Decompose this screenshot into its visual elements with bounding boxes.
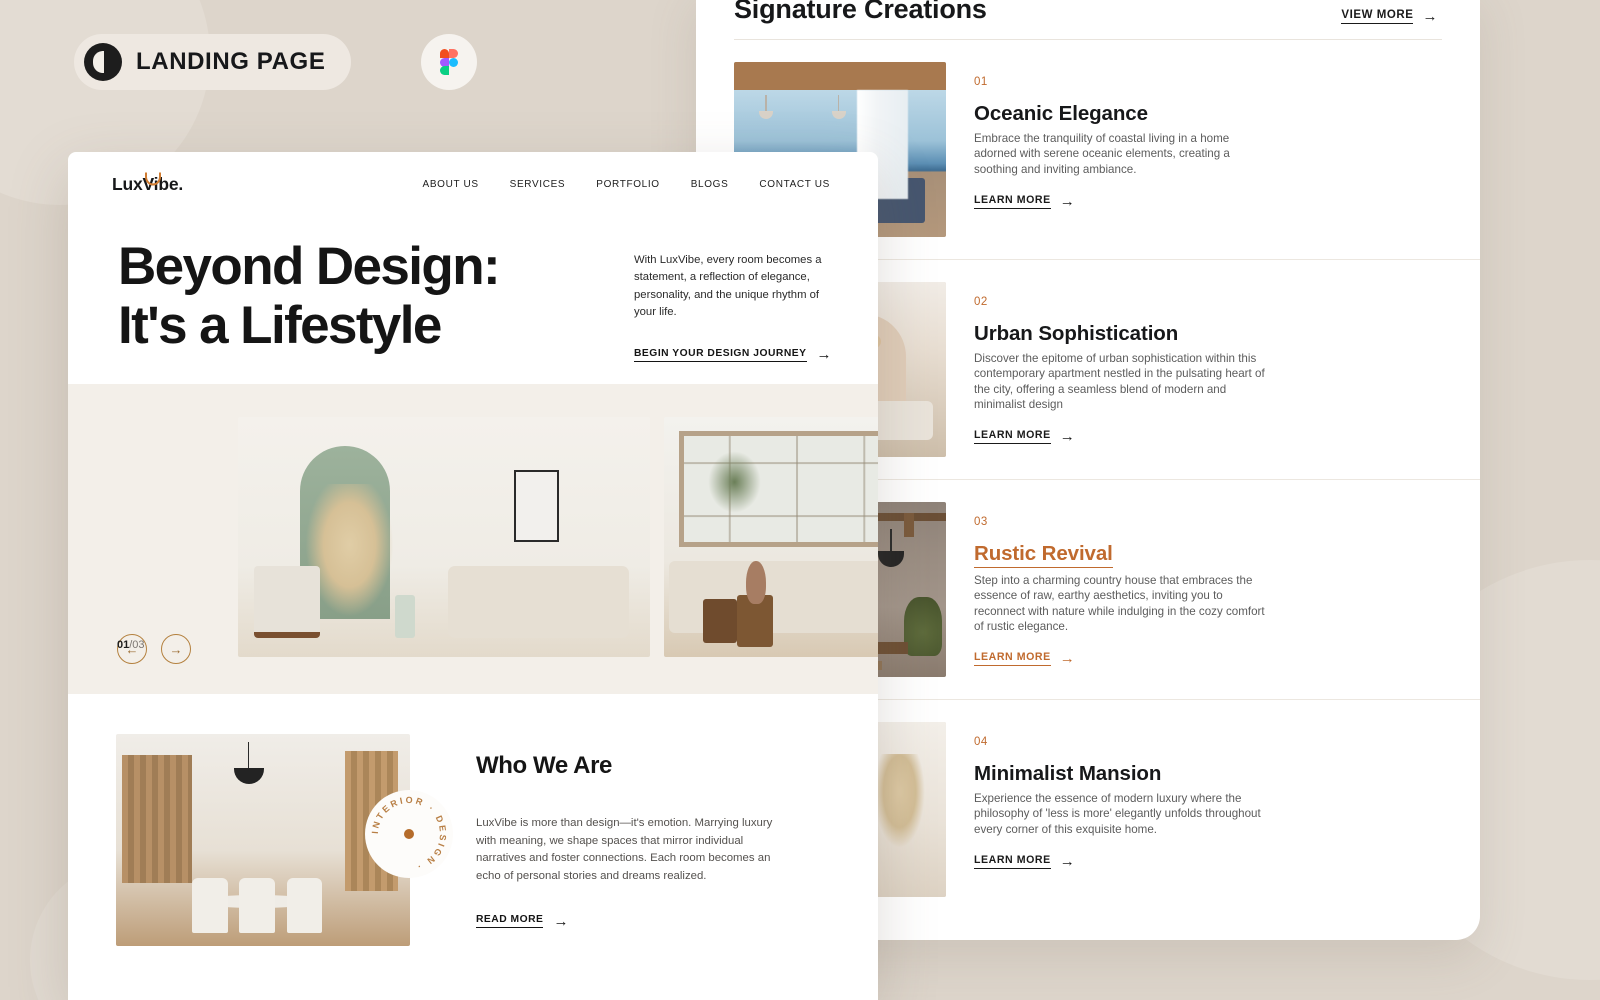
figma-button[interactable] [421, 34, 477, 90]
carousel-slide-1[interactable] [238, 417, 650, 657]
learn-more-link[interactable]: LEARN MORE → [974, 650, 1076, 668]
learn-more-link[interactable]: LEARN MORE → [974, 194, 1075, 209]
card-number: 03 [974, 516, 988, 528]
svg-text:INTERIOR · DESIGN ·: INTERIOR · DESIGN · [370, 795, 448, 873]
card-title: Urban Sophistication [974, 322, 1179, 345]
landing-page-badge: LANDING PAGE [74, 34, 352, 90]
view-more-label: VIEW MORE [1341, 9, 1414, 24]
nav-item-portfolio[interactable]: PORTFOLIO [596, 179, 659, 190]
card-body: 01 Oceanic Elegance Embrace the tranquil… [946, 62, 1438, 209]
carousel-counter-total: /03 [129, 639, 145, 651]
hero-heading-block: Beyond Design: It's a Lifestyle [118, 237, 634, 362]
card-title: Oceanic Elegance [974, 102, 1148, 125]
card-number: 02 [974, 296, 988, 308]
learn-more-label: LEARN MORE [974, 854, 1051, 869]
arrow-right-icon: → [1059, 192, 1076, 210]
carousel-slides [238, 417, 878, 657]
card-title: Minimalist Mansion [974, 762, 1162, 785]
signature-header: Signature Creations VIEW MORE → [696, 0, 1480, 25]
learn-more-link[interactable]: LEARN MORE → [974, 854, 1075, 869]
hero-copy-block: With LuxVibe, every room becomes a state… [634, 238, 834, 362]
nav-item-blogs[interactable]: BLOGS [691, 179, 729, 190]
arrow-right-icon: → [1059, 428, 1076, 446]
learn-more-label: LEARN MORE [974, 429, 1051, 445]
who-we-are-body: Who We Are LuxVibe is more than design—i… [410, 734, 776, 946]
card-title: Rustic Revival [974, 542, 1113, 568]
arrow-right-icon: → [1422, 8, 1438, 25]
hero-section: Beyond Design: It's a Lifestyle With Lux… [68, 216, 878, 362]
who-we-are-section: Who We Are LuxVibe is more than design—i… [68, 694, 878, 947]
interior-design-stamp: INTERIOR · DESIGN · [365, 790, 453, 878]
arrow-right-icon: → [553, 912, 569, 930]
interior-design-stamp-text: INTERIOR · DESIGN · [370, 795, 448, 873]
carousel-counter-current: 01 [117, 639, 130, 651]
view-more-link[interactable]: VIEW MORE → [1341, 9, 1438, 24]
card-body: 04 Minimalist Mansion Experience the ess… [946, 722, 1438, 869]
arrow-right-icon: → [1059, 650, 1076, 668]
split-circle-icon [84, 43, 122, 81]
read-more-link[interactable]: READ MORE → [476, 914, 569, 929]
hero-heading-line-2: It's a Lifestyle [118, 295, 442, 355]
begin-design-journey-label: BEGIN YOUR DESIGN JOURNEY [634, 348, 807, 362]
hero-heading-line-1: Beyond Design: [118, 237, 501, 296]
screenshot-stage: LANDING PAGE Signature Creations VIEW MO… [0, 0, 1600, 1000]
site-navbar: LuxVibe. ABOUT US SERVICES PORTFOLIO BLO… [68, 152, 878, 216]
arrow-right-icon: → [1059, 852, 1076, 870]
card-description: Experience the essence of modern luxury … [974, 792, 1261, 836]
carousel-counter: 01/03 [117, 639, 145, 651]
card-description: Embrace the tranquility of coastal livin… [974, 132, 1230, 176]
card-body: 03 Rustic Revival Step into a charming c… [946, 502, 1438, 668]
who-we-are-paragraph: LuxVibe is more than design—it's emotion… [476, 817, 773, 883]
card-description: Discover the epitome of urban sophistica… [974, 352, 1265, 411]
figma-icon [440, 49, 458, 75]
who-we-are-heading: Who We Are [476, 752, 613, 780]
nav-links: ABOUT US SERVICES PORTFOLIO BLOGS CONTAC… [423, 179, 830, 190]
read-more-label: READ MORE [476, 914, 544, 929]
learn-more-label: LEARN MORE [974, 194, 1051, 209]
arrow-right-icon: → [169, 641, 183, 657]
signature-title: Signature Creations [734, 0, 987, 24]
card-number: 01 [974, 76, 988, 88]
begin-design-journey-link[interactable]: BEGIN YOUR DESIGN JOURNEY → [634, 347, 832, 362]
card-description: Step into a charming country house that … [974, 574, 1265, 633]
nav-item-services[interactable]: SERVICES [510, 179, 566, 190]
landing-page-mockup: LuxVibe. ABOUT US SERVICES PORTFOLIO BLO… [68, 152, 878, 1000]
nav-item-contact-us[interactable]: CONTACT US [759, 179, 830, 190]
nav-item-about-us[interactable]: ABOUT US [423, 179, 479, 190]
card-body: 02 Urban Sophistication Discover the epi… [946, 282, 1438, 446]
carousel-slide-2[interactable] [664, 417, 878, 657]
carousel-next-button[interactable]: → [161, 634, 191, 665]
hero-paragraph: With LuxVibe, every room becomes a state… [634, 254, 822, 318]
card-number: 04 [974, 736, 988, 748]
learn-more-label: LEARN MORE [974, 651, 1051, 667]
arrow-right-icon: → [816, 346, 833, 364]
site-logo[interactable]: LuxVibe. [112, 171, 183, 195]
learn-more-link[interactable]: LEARN MORE → [974, 428, 1076, 446]
landing-page-badge-label: LANDING PAGE [136, 48, 326, 75]
